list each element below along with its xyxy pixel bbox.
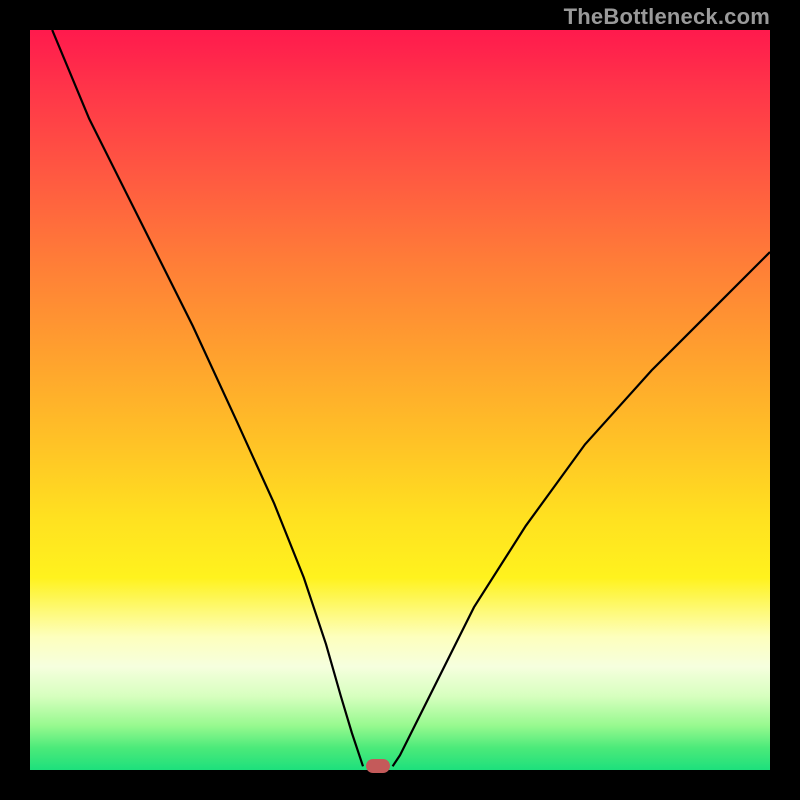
curve-right-branch (393, 252, 770, 766)
optimal-point-marker (366, 759, 390, 773)
chart-frame: TheBottleneck.com (0, 0, 800, 800)
watermark-text: TheBottleneck.com (564, 4, 770, 30)
bottleneck-curve (30, 30, 770, 770)
curve-left-branch (52, 30, 363, 766)
